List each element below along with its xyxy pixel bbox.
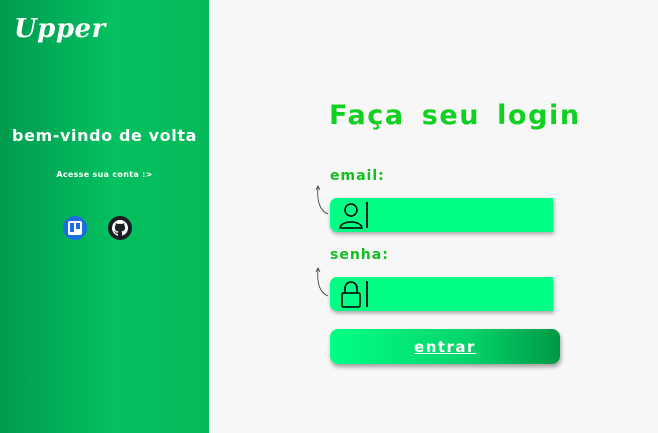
- github-icon: [112, 220, 128, 236]
- email-field-container: [330, 198, 553, 234]
- welcome-heading: bem-vindo de volta: [12, 126, 197, 145]
- password-input[interactable]: [370, 277, 552, 313]
- login-panel: Faça seu login email: senha: entrar: [209, 0, 658, 433]
- text-caret: [366, 281, 368, 307]
- password-field-container: [330, 277, 553, 313]
- login-submit-button[interactable]: entrar: [330, 329, 560, 364]
- github-login-button[interactable]: [108, 216, 132, 240]
- login-title: Faça seu login: [329, 100, 581, 131]
- email-input[interactable]: [370, 198, 552, 234]
- curved-arrow-icon: [315, 185, 329, 215]
- sidebar: Upper bem-vindo de volta Acesse sua cont…: [0, 0, 209, 433]
- lock-icon: [341, 281, 361, 308]
- trello-login-button[interactable]: [63, 216, 87, 240]
- trello-icon: [68, 221, 82, 235]
- brand-logo: Upper: [14, 14, 106, 44]
- user-icon: [339, 203, 363, 229]
- password-label: senha:: [330, 247, 389, 263]
- text-caret: [366, 202, 368, 228]
- email-label: email:: [330, 168, 385, 184]
- welcome-subtitle: Acesse sua conta :>: [56, 170, 153, 179]
- curved-arrow-icon: [315, 267, 329, 297]
